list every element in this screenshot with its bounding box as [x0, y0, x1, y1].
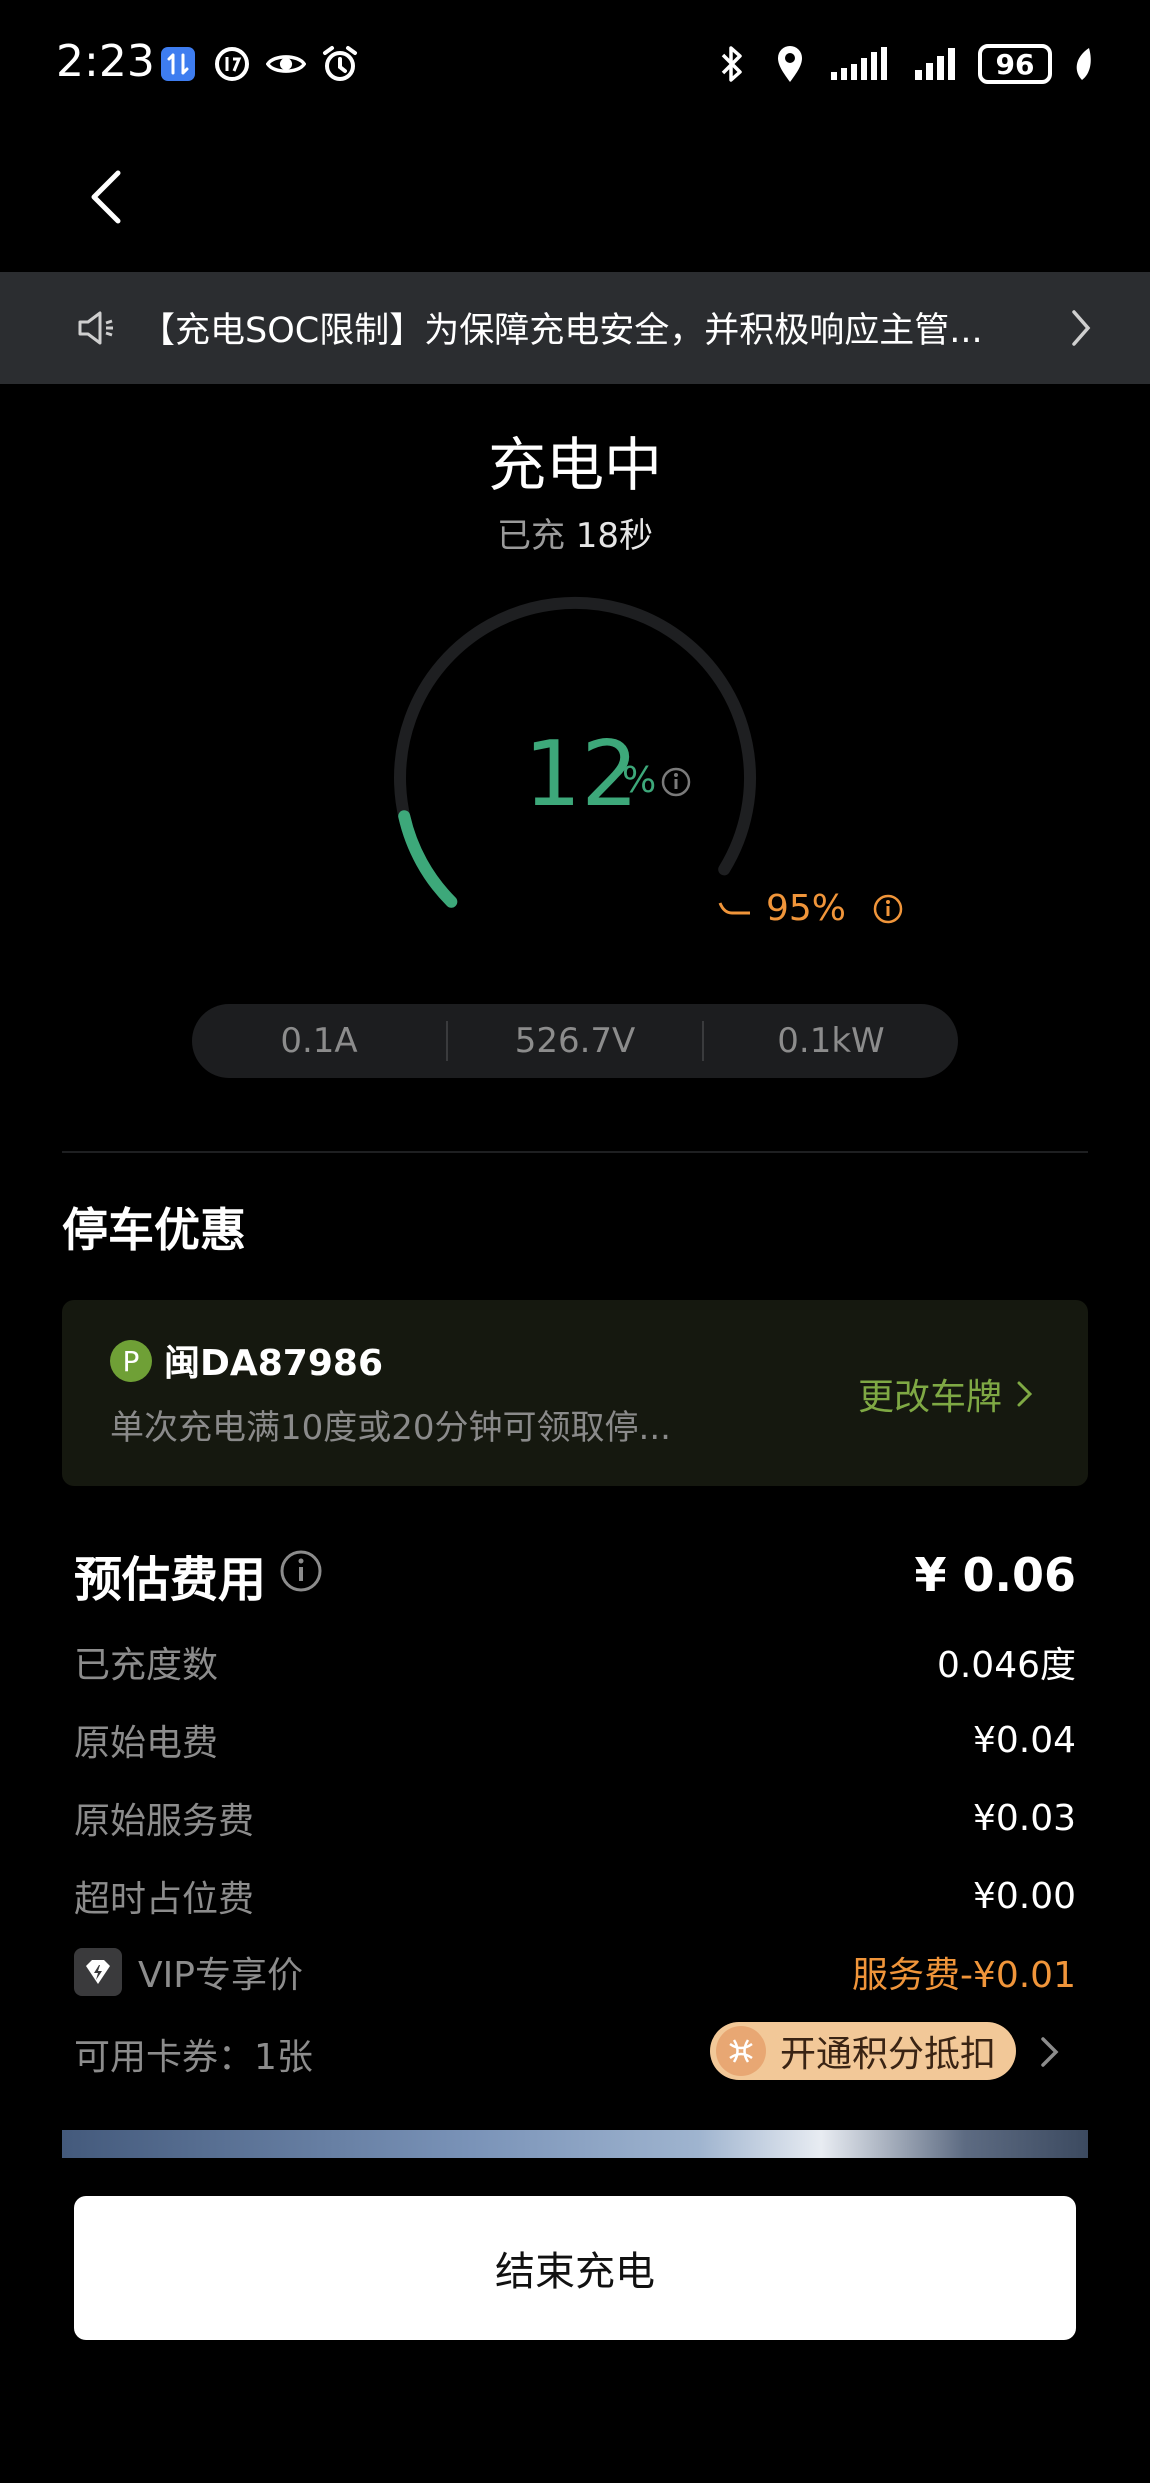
- change-plate-label: 更改车牌: [857, 1377, 1002, 1418]
- elapsed-label: 已充: [496, 516, 565, 556]
- chevron-right-icon: [1072, 310, 1091, 346]
- status-right-icons: 96: [712, 44, 1094, 84]
- signal-icon: [828, 44, 894, 84]
- charge-limit: 95%: [718, 888, 904, 929]
- bluetooth-icon: [712, 44, 752, 84]
- power-value: 0.1kW: [777, 1021, 885, 1061]
- status-time: 2:23: [56, 36, 155, 87]
- limit-tick-icon: [718, 901, 750, 914]
- eye-icon: [266, 44, 306, 84]
- vip-icon: [74, 1948, 122, 1996]
- info-icon[interactable]: [660, 766, 692, 798]
- speaker-icon: [78, 311, 113, 345]
- charging-elapsed: 已充 18秒: [0, 508, 1150, 557]
- coupon-label: 可用卡券：1张: [74, 2037, 313, 2078]
- status-bar: 2:23 96: [0, 0, 1150, 130]
- alarm-icon: [320, 44, 360, 84]
- location-icon: [770, 44, 810, 84]
- vip-label: VIP专享价: [138, 1955, 303, 1996]
- section-divider: [62, 1151, 1088, 1153]
- fee-row: 已充度数 0.046度: [74, 1636, 1076, 1688]
- charging-metrics: 0.1A 526.7V 0.1kW: [192, 1004, 958, 1078]
- fee-value: ¥0.03: [972, 1797, 1076, 1839]
- voltage-value: 526.7V: [514, 1021, 636, 1061]
- parking-card: P 闽DA87986 单次充电满10度或20分钟可领取停... 更改车牌: [62, 1300, 1088, 1486]
- fee-value: ¥0.04: [972, 1719, 1076, 1761]
- estimated-fee-total: ¥ 0.06: [914, 1548, 1076, 1602]
- coin-icon: [716, 2026, 766, 2076]
- vip-value: 服务费-¥0.01: [851, 1955, 1076, 1996]
- notice-text: 【充电SOC限制】为保障充电安全，并积极响应主管...: [140, 311, 983, 351]
- info-icon[interactable]: [872, 893, 904, 925]
- status-left-icons: [158, 44, 360, 84]
- estimated-fee-title: 预估费用: [74, 1552, 267, 1608]
- chevron-left-icon: [91, 170, 121, 224]
- parking-icon: P: [110, 1340, 152, 1382]
- vip-row: VIP专享价 服务费-¥0.01: [74, 1946, 1076, 1998]
- parking-title: 停车优惠: [62, 1203, 246, 1257]
- charging-status-title: 充电中: [487, 431, 662, 499]
- fee-label: 原始电费: [74, 1723, 219, 1764]
- points-deduction-button[interactable]: 开通积分抵扣: [710, 2022, 1016, 2080]
- end-charging-button[interactable]: 结束充电: [74, 2196, 1076, 2340]
- chevron-right-icon: [1017, 1381, 1033, 1407]
- license-plate: 闽DA87986: [164, 1343, 383, 1384]
- limit-value: 95%: [766, 888, 847, 929]
- leaf-icon: [1070, 44, 1094, 84]
- elapsed-value: 18秒: [575, 516, 654, 556]
- parking-description: 单次充电满10度或20分钟可领取停...: [110, 1408, 671, 1448]
- fee-value: 0.046度: [936, 1645, 1076, 1686]
- data-transfer-icon: [158, 44, 198, 84]
- fee-label: 超时占位费: [74, 1879, 255, 1920]
- change-plate-button[interactable]: 更改车牌: [858, 1368, 1034, 1420]
- fee-row: 原始电费 ¥0.04: [74, 1714, 1076, 1766]
- fee-value: ¥0.00: [972, 1875, 1076, 1917]
- promo-banner[interactable]: [62, 2130, 1088, 2158]
- chevron-right-icon[interactable]: [1038, 2034, 1062, 2070]
- battery-icon: 96: [978, 44, 1052, 84]
- points-label: 开通积分抵扣: [780, 2034, 997, 2075]
- fee-label: 原始服务费: [74, 1801, 255, 1842]
- vip-label-wrap: VIP专享价: [74, 1946, 303, 1998]
- fee-label: 已充度数: [74, 1645, 219, 1686]
- notice-bar[interactable]: 【充电SOC限制】为保障充电安全，并积极响应主管...: [0, 272, 1150, 384]
- soc-unit: %: [622, 760, 657, 801]
- gauge-fill: [398, 810, 458, 908]
- timer-app-icon: [212, 44, 252, 84]
- signal-icon: [912, 44, 960, 84]
- fee-row: 超时占位费 ¥0.00: [74, 1870, 1076, 1922]
- back-button[interactable]: [78, 162, 134, 232]
- info-icon[interactable]: [278, 1548, 324, 1594]
- current-value: 0.1A: [280, 1021, 358, 1061]
- fee-row: 原始服务费 ¥0.03: [74, 1792, 1076, 1844]
